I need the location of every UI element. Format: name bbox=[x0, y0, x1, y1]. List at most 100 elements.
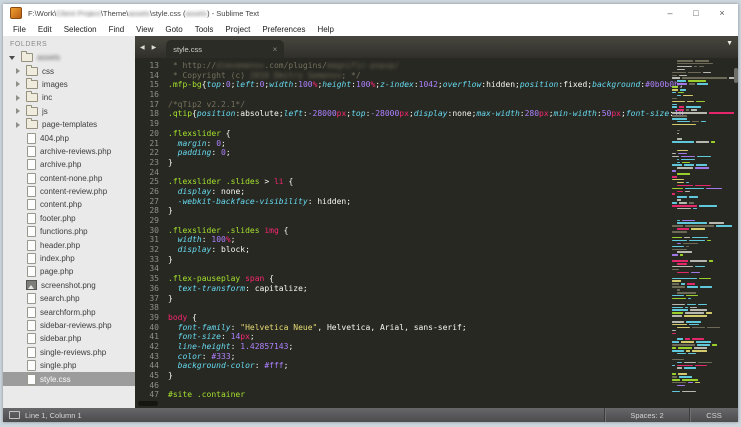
minimap-line bbox=[670, 225, 734, 227]
code-line: 45} bbox=[135, 371, 668, 381]
tree-item-archive-php[interactable]: archive.php bbox=[3, 158, 135, 171]
minimap-bar bbox=[672, 283, 680, 285]
tree-item-archive-reviews-php[interactable]: archive-reviews.php bbox=[3, 145, 135, 158]
minimap-bar bbox=[687, 71, 702, 74]
minimap-bar bbox=[677, 338, 683, 340]
horizontal-scrollbar-thumb[interactable] bbox=[138, 401, 158, 406]
close-button[interactable]: × bbox=[709, 4, 735, 22]
menu-item-help[interactable]: Help bbox=[311, 25, 339, 34]
tree-item-sidebar-reviews-php[interactable]: sidebar-reviews.php bbox=[3, 319, 135, 332]
code-token: background-color bbox=[177, 361, 255, 371]
tree-item-single-php[interactable]: single.php bbox=[3, 359, 135, 372]
minimap-line bbox=[670, 184, 734, 187]
chevron-right-icon[interactable] bbox=[16, 94, 20, 101]
menu-item-project[interactable]: Project bbox=[219, 25, 256, 34]
minimap-bar bbox=[677, 132, 679, 135]
chevron-right-icon[interactable] bbox=[16, 81, 20, 88]
minimap-bar bbox=[687, 297, 691, 300]
tree-item-content-php[interactable]: content.php bbox=[3, 198, 135, 211]
tree-item-footer-php[interactable]: footer.php bbox=[3, 212, 135, 225]
tree-item-searchform-php[interactable]: searchform.php bbox=[3, 305, 135, 318]
line-number: 36 bbox=[149, 283, 159, 293]
tree-item-index-php[interactable]: index.php bbox=[3, 252, 135, 265]
minimap-bar bbox=[672, 344, 696, 346]
minimap-bar bbox=[672, 347, 677, 349]
minimap-bar bbox=[697, 344, 711, 346]
syntax-indicator[interactable]: CSS bbox=[689, 408, 738, 422]
minimap-line bbox=[670, 123, 734, 126]
minimap-line bbox=[670, 158, 734, 161]
minimap-bar bbox=[672, 77, 680, 79]
tab-style-css[interactable]: style.css × bbox=[166, 40, 285, 58]
tree-item-functions-php[interactable]: functions.php bbox=[3, 225, 135, 238]
menu-item-preferences[interactable]: Preferences bbox=[256, 25, 311, 34]
tree-item-page-templates[interactable]: page-templates bbox=[3, 118, 135, 131]
minimap[interactable] bbox=[670, 60, 734, 398]
line-number: 18 bbox=[149, 109, 159, 119]
maximize-button[interactable]: □ bbox=[683, 4, 709, 22]
minimap-line bbox=[670, 277, 734, 280]
minimize-button[interactable]: – bbox=[657, 4, 683, 22]
code-line: 21 margin: 0; bbox=[135, 139, 668, 149]
minimap-bar bbox=[677, 199, 681, 201]
menu-bar: File Edit Selection Find View Goto Tools Projec… bbox=[3, 22, 738, 36]
main-area: FOLDERS assets css images inc js page-templat… bbox=[3, 36, 738, 408]
minimap-bar bbox=[680, 155, 695, 158]
tree-item-404-php[interactable]: 404.php bbox=[3, 131, 135, 144]
minimap-bar bbox=[686, 321, 701, 323]
status-panel-icon[interactable] bbox=[9, 411, 20, 419]
code-line: 41 font-size: 14 px; bbox=[135, 332, 668, 342]
close-tab-icon[interactable]: × bbox=[273, 45, 278, 54]
tree-item-search-php[interactable]: search.php bbox=[3, 292, 135, 305]
menu-item-tools[interactable]: Tools bbox=[189, 25, 220, 34]
menu-item-edit[interactable]: Edit bbox=[32, 25, 58, 34]
chevron-right-icon[interactable] bbox=[16, 68, 20, 75]
minimap-line bbox=[670, 167, 734, 169]
menu-item-file[interactable]: File bbox=[7, 25, 32, 34]
code-token: none bbox=[452, 109, 472, 119]
minimap-bar bbox=[692, 207, 697, 210]
minimap-line bbox=[670, 312, 734, 314]
minimap-bar bbox=[677, 129, 681, 132]
tree-item-images[interactable]: images bbox=[3, 77, 135, 91]
title-segment: ) - Sublime Text bbox=[207, 8, 260, 18]
menu-item-find[interactable]: Find bbox=[103, 25, 131, 34]
horizontal-scrollbar[interactable] bbox=[135, 400, 668, 408]
tree-item-sidebar-php[interactable]: sidebar.php bbox=[3, 332, 135, 345]
chevron-down-icon[interactable] bbox=[9, 55, 15, 60]
menu-item-view[interactable]: View bbox=[130, 25, 159, 34]
minimap-bar bbox=[672, 187, 683, 190]
line-number: 16 bbox=[149, 90, 159, 100]
tree-item-css[interactable]: css bbox=[3, 64, 135, 77]
tree-item-content-none-php[interactable]: content-none.php bbox=[3, 172, 135, 185]
minimap-line bbox=[670, 149, 734, 152]
indentation-indicator[interactable]: Spaces: 2 bbox=[604, 408, 689, 422]
tree-item-page-php[interactable]: page.php bbox=[3, 265, 135, 278]
tree-item-assets[interactable]: assets bbox=[3, 51, 135, 64]
code-token: .com/plugins/ bbox=[264, 61, 327, 70]
vertical-scrollbar[interactable] bbox=[734, 68, 738, 83]
menu-item-goto[interactable]: Goto bbox=[159, 25, 188, 34]
tree-item-js[interactable]: js bbox=[3, 104, 135, 118]
minimap-bar bbox=[672, 390, 680, 393]
tab-overflow-chevron-down-icon[interactable]: ▼ bbox=[726, 40, 733, 47]
next-tab-button[interactable]: ▶ bbox=[150, 44, 159, 51]
code-token: ; bbox=[288, 341, 294, 351]
code-editor[interactable]: 13 * http://dimsemenov .com/plugins/magni… bbox=[135, 58, 738, 408]
code-token: hidden bbox=[486, 80, 516, 90]
minimap-bar bbox=[677, 68, 685, 71]
minimap-bar bbox=[678, 74, 687, 77]
chevron-right-icon[interactable] bbox=[16, 108, 20, 115]
tree-item-style-css[interactable]: style.css bbox=[3, 372, 135, 386]
tree-item-screenshot-png[interactable]: screenshot.png bbox=[3, 279, 135, 292]
tree-item-inc[interactable]: inc bbox=[3, 91, 135, 104]
minimap-line bbox=[670, 207, 734, 210]
chevron-right-icon[interactable] bbox=[16, 121, 20, 128]
code-line: 26 display: none; bbox=[135, 187, 668, 197]
tree-item-content-review-php[interactable]: content-review.php bbox=[3, 185, 135, 198]
tree-item-header-php[interactable]: header.php bbox=[3, 238, 135, 251]
tree-item-single-reviews-php[interactable]: single-reviews.php bbox=[3, 346, 135, 359]
minimap-bar bbox=[672, 268, 680, 271]
prev-tab-button[interactable]: ◀ bbox=[138, 44, 147, 51]
menu-item-selection[interactable]: Selection bbox=[58, 25, 103, 34]
